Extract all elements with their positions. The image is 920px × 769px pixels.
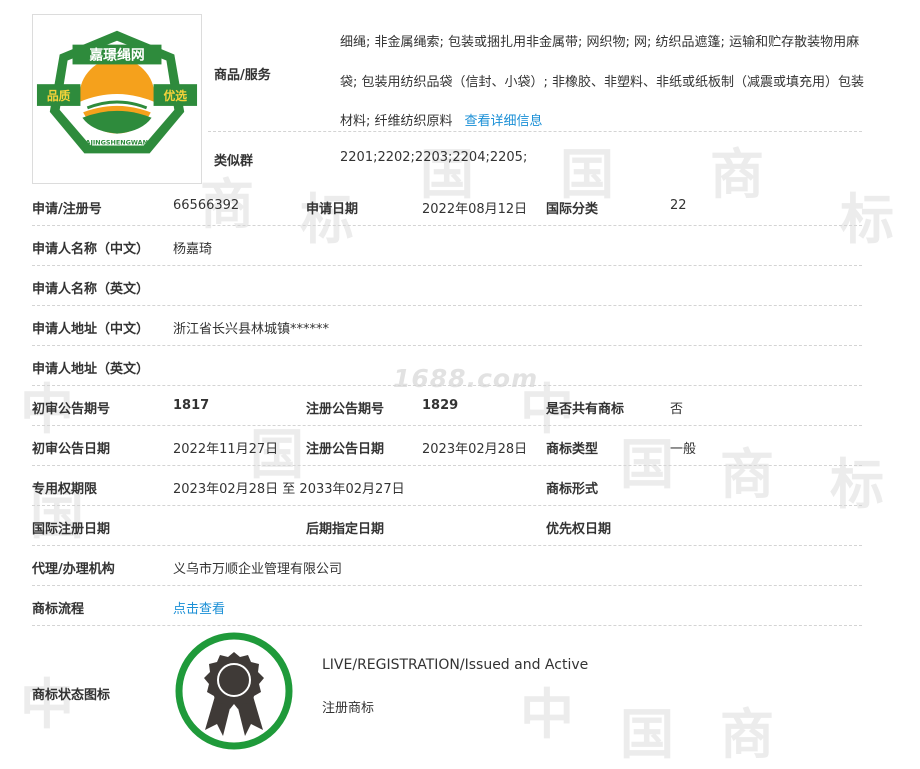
prelim-issue-label: 初审公告期号 [32,402,111,417]
status-chinese: 注册商标 [322,701,375,716]
goods-services-text: 细绳; 非金属绳索; 包装或捆扎用非金属带; 网织物; 网; 纺织品遮篷; 运输… [340,35,865,129]
shared-trademark-label: 是否共有商标 [546,402,625,417]
goods-services-label: 商品/服务 [214,68,271,83]
logo-top-text: 嘉璟绳网 [88,46,144,63]
agency-label: 代理/办理机构 [32,562,115,577]
intl-class-label: 国际分类 [546,202,599,217]
reg-issue-label: 注册公告期号 [306,402,385,417]
trademark-type-label: 商标类型 [546,442,599,457]
prelim-issue-value: 1817 [173,398,210,413]
shared-trademark-value: 否 [670,402,684,417]
applicant-name-cn-label: 申请人名称（中文） [32,242,150,257]
application-number-label: 申请/注册号 [32,202,102,217]
applicant-address-en-label: 申请人地址（英文） [32,362,150,377]
reg-date-value: 2023年02月28日 [422,442,528,457]
view-process-link[interactable]: 点击查看 [173,598,225,617]
later-designation-label: 后期指定日期 [306,522,385,537]
trademark-form-label: 商标形式 [546,482,599,497]
registered-badge-icon [173,630,295,752]
status-icon-label: 商标状态图标 [32,688,111,703]
similar-group-label: 类似群 [214,154,254,169]
reg-issue-value: 1829 [422,398,459,413]
row-applicant-name-cn: 申请人名称（中文） 杨嘉琦 [32,226,862,266]
watermark-glyph: 商 [720,703,774,766]
row-applicant-address-en: 申请人地址（英文） [32,346,862,386]
row-announcement-date: 初审公告日期 2022年11月27日 注册公告日期 2023年02月28日 商标… [32,426,862,466]
goods-services-value: 细绳; 非金属绳索; 包装或捆扎用非金属带; 网织物; 网; 纺织品遮篷; 运输… [340,23,865,142]
row-applicant-address-cn: 申请人地址（中文） 浙江省长兴县林城镇****** [32,306,862,346]
logo-right-text: 优选 [163,89,187,103]
row-trademark-process: 商标流程 点击查看 [32,586,862,626]
prelim-date-label: 初审公告日期 [32,442,111,457]
row-applicant-name-en: 申请人名称（英文） [32,266,862,306]
prelim-date-value: 2022年11月27日 [173,442,279,457]
watermark-glyph: 国 [620,703,674,766]
agency-value: 义乌市万顺企业管理有限公司 [173,562,343,577]
similar-group-value: 2201;2202;2203;2204;2205; [340,150,528,165]
application-date-value: 2022年08月12日 [422,202,528,217]
row-announcement-issue: 初审公告期号 1817 注册公告期号 1829 是否共有商标 否 [32,386,862,426]
application-date-label: 申请日期 [306,202,359,217]
applicant-address-cn-label: 申请人地址（中文） [32,322,150,337]
status-english: LIVE/REGISTRATION/Issued and Active [322,657,589,673]
row-exclusive-period: 专用权期限 2023年02月28日 至 2033年02月27日 商标形式 [32,466,862,506]
intl-reg-date-label: 国际注册日期 [32,522,111,537]
applicant-name-en-label: 申请人名称（英文） [32,282,150,297]
priority-date-label: 优先权日期 [546,522,612,537]
trademark-logo-image: 嘉璟绳网 品质 优选 JIAJINGSHENGWANG [32,14,202,184]
intl-class-value: 22 [670,198,687,213]
view-details-link[interactable]: 查看详细信息 [465,114,543,129]
applicant-name-cn-value: 杨嘉琦 [173,242,213,257]
trademark-type-value: 一般 [670,442,697,457]
trademark-process-label: 商标流程 [32,602,85,617]
row-application-number: 申请/注册号 66566392 申请日期 2022年08月12日 国际分类 22 [32,186,862,226]
application-number-value: 66566392 [173,198,240,213]
reg-date-label: 注册公告日期 [306,442,385,457]
exclusive-period-label: 专用权期限 [32,482,98,497]
watermark-glyph: 中 [520,683,574,746]
row-agency: 代理/办理机构 义乌市万顺企业管理有限公司 [32,546,862,586]
divider [208,131,862,132]
exclusive-period-value: 2023年02月28日 至 2033年02月27日 [173,482,405,497]
row-intl-dates: 国际注册日期 后期指定日期 优先权日期 [32,506,862,546]
logo-left-text: 品质 [47,89,71,103]
logo-bottom-text: JIAJINGSHENGWANG [80,138,153,146]
applicant-address-cn-value: 浙江省长兴县林城镇****** [173,322,330,337]
